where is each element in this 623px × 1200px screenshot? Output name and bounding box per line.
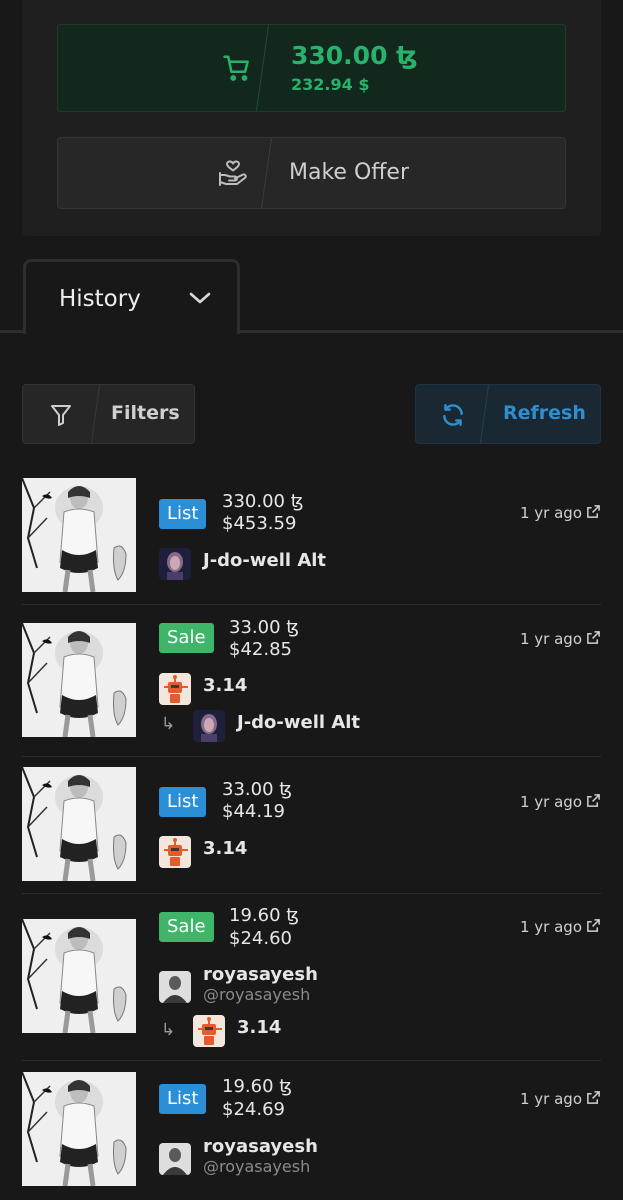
external-link-icon [587,505,600,518]
buyer-user[interactable]: J-do-well Alt [193,710,493,744]
button-divider [90,385,101,443]
user-name: royasayesh [203,1136,318,1157]
photo-avatar [159,971,191,1003]
tab-history-label: History [59,286,141,312]
event-price-usd: $453.59 [222,513,297,534]
event-time-link[interactable]: 1 yr ago [520,1090,601,1108]
event-price-usd: $24.60 [229,928,292,949]
refresh-icon [443,404,463,426]
event-time: 1 yr ago [519,793,582,811]
offer-hand-heart-icon [219,160,247,186]
event-time-link[interactable]: 1 yr ago [520,630,601,648]
user-name: J-do-well Alt [203,550,327,571]
event-price-tez: 33.00 ꜩ [222,779,293,800]
event-time-link[interactable]: 1 yr ago [520,918,601,936]
event-time: 1 yr ago [519,1090,582,1108]
filters-label: Filters [111,402,180,424]
artwork-thumbnail[interactable] [22,478,136,592]
history-row[interactable]: List 330.00 ꜩ $453.59 1 yr ago J-do-well… [22,478,601,605]
buy-price-tez: 330.00 ꜩ [291,41,418,70]
history-row[interactable]: Sale 19.60 ꜩ $24.60 1 yr ago royasayesh … [22,893,601,1061]
event-price-tez: 19.60 ꜩ [222,1076,293,1097]
button-divider [255,25,270,111]
artwork-thumbnail[interactable] [22,767,136,881]
artwork-thumbnail[interactable] [22,919,136,1033]
event-time: 1 yr ago [519,504,582,522]
event-type-badge: List [159,499,207,529]
history-row[interactable]: List 33.00 ꜩ $44.19 1 yr ago 3.14 [22,756,601,894]
cart-icon [223,55,249,81]
history-row[interactable]: List 19.60 ꜩ $24.69 1 yr ago royasayesh … [22,1060,601,1200]
portrait-avatar [159,548,191,580]
button-divider [479,385,490,443]
photo-avatar [159,1143,191,1175]
event-type-badge: Sale [159,912,214,942]
seller-user[interactable]: royasayesh @royasayesh [159,964,459,1017]
artwork-thumbnail[interactable] [22,1072,136,1186]
event-time: 1 yr ago [519,630,582,648]
buyer-user[interactable]: 3.14 [193,1015,493,1049]
external-link-icon [587,1091,600,1104]
robot-avatar [193,1015,225,1047]
buy-price-usd: 232.94 $ [291,75,370,94]
history-row[interactable]: Sale 33.00 ꜩ $42.85 1 yr ago 3.14 ↳ J-do… [22,604,601,757]
event-price-tez: 19.60 ꜩ [229,905,300,926]
event-type-badge: List [159,1084,207,1114]
event-type-badge: Sale [159,623,214,653]
user-name: 3.14 [203,675,248,696]
button-divider [261,138,272,208]
robot-avatar [159,836,191,868]
buy-button[interactable]: 330.00 ꜩ 232.94 $ [57,24,566,112]
user-name: J-do-well Alt [237,712,361,733]
artwork-thumbnail[interactable] [22,623,136,737]
portrait-avatar [193,710,225,742]
user-handle: @royasayesh [203,1157,311,1176]
user-name: 3.14 [203,838,248,859]
event-price-tez: 33.00 ꜩ [229,617,300,638]
chevron-down-icon [189,292,211,304]
robot-avatar [159,673,191,705]
seller-user[interactable]: 3.14 [159,673,459,707]
tab-history[interactable]: History [23,259,240,334]
transfer-arrow-icon: ↳ [161,1020,176,1040]
event-price-usd: $24.69 [222,1099,285,1120]
filters-button[interactable]: Filters [22,384,195,444]
seller-user[interactable]: royasayesh @royasayesh [159,1136,459,1189]
event-price-usd: $42.85 [229,639,292,660]
make-offer-button[interactable]: Make Offer [57,137,566,209]
make-offer-label: Make Offer [289,160,410,185]
seller-user[interactable]: 3.14 [159,836,459,870]
event-price-tez: 330.00 ꜩ [222,491,304,512]
event-price-usd: $44.19 [222,801,285,822]
external-link-icon [587,794,600,807]
external-link-icon [587,631,600,644]
refresh-label: Refresh [503,402,586,424]
event-time-link[interactable]: 1 yr ago [520,504,601,522]
external-link-icon [587,919,600,932]
user-handle: @royasayesh [203,985,311,1004]
user-name: 3.14 [237,1017,282,1038]
user-name: royasayesh [203,964,318,985]
purchase-panel: 330.00 ꜩ 232.94 $ Make Offer [22,0,601,236]
event-time-link[interactable]: 1 yr ago [520,793,601,811]
event-time: 1 yr ago [519,918,582,936]
filter-funnel-icon [51,405,71,426]
transfer-arrow-icon: ↳ [161,714,176,734]
seller-user[interactable]: J-do-well Alt [159,548,459,582]
refresh-button[interactable]: Refresh [415,384,601,444]
event-type-badge: List [159,787,207,817]
